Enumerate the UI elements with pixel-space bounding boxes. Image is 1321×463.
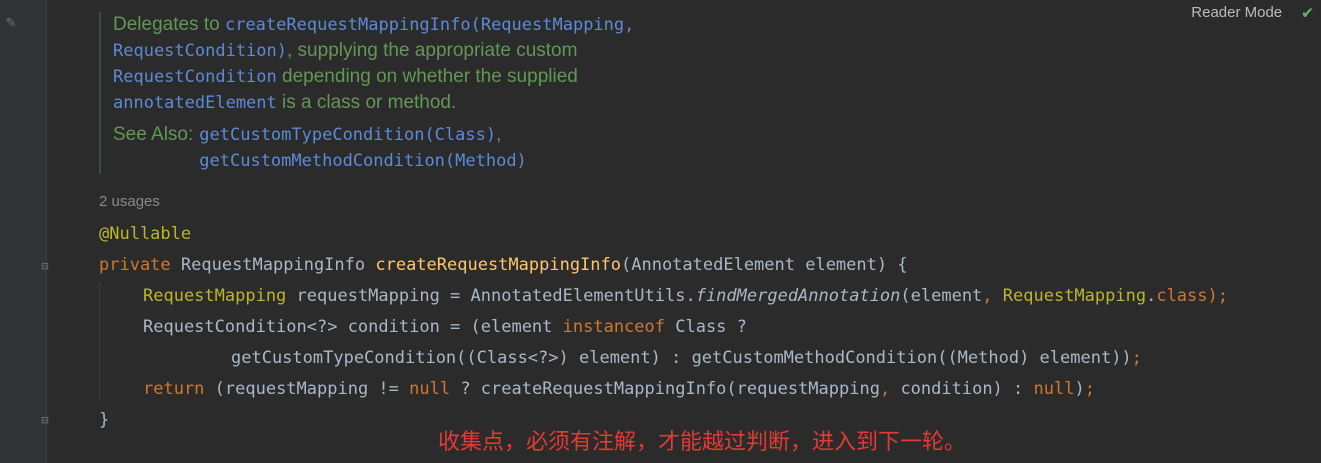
- code-line-annotation: @Nullable: [99, 219, 191, 250]
- doc-text: is a class or method.: [276, 92, 457, 113]
- indent-guide: [99, 282, 100, 400]
- reader-mode-button[interactable]: Reader Mode: [1191, 4, 1282, 21]
- javadoc-block: Delegates to createRequestMappingInfo(Re…: [99, 12, 733, 174]
- pencil-icon[interactable]: ✎: [6, 12, 16, 31]
- type-ref: RequestMapping: [992, 286, 1147, 306]
- keyword: class: [1156, 286, 1208, 306]
- keyword: null: [1033, 379, 1075, 399]
- comma: ,: [879, 379, 891, 399]
- doc-text: Delegates to: [113, 14, 225, 35]
- doc-text: depending on whether the supplied: [276, 66, 578, 87]
- keyword: return: [143, 379, 205, 399]
- keyword: private: [99, 255, 171, 275]
- semicolon: ;: [1084, 379, 1095, 399]
- code-text: ? createRequestMappingInfo(requestMappin…: [450, 379, 880, 399]
- code-text: .: [1146, 286, 1157, 306]
- code-text: Class ?: [665, 317, 747, 337]
- code-text: requestMapping = AnnotatedElementUtils.: [286, 286, 696, 306]
- annotation: @Nullable: [99, 224, 192, 244]
- code-text: (AnnotatedElement element) {: [621, 255, 908, 275]
- see-also-separator: ,: [496, 124, 502, 145]
- annotation-note: 收集点，必须有注解，才能越过判断，进入到下一轮。: [438, 430, 967, 455]
- keyword: instanceof: [562, 317, 665, 337]
- doc-code: annotatedElement: [113, 93, 277, 113]
- code-text: getCustomTypeCondition((Class<?>) elemen…: [231, 348, 1132, 368]
- doc-link[interactable]: createRequestMappingInfo(RequestMapping,: [225, 15, 634, 35]
- doc-text: , supplying the appropriate custom: [287, 40, 578, 61]
- fold-icon[interactable]: ⊟: [38, 259, 52, 273]
- code-text: ): [1074, 379, 1085, 399]
- see-also-section: See Also: getCustomTypeCondition(Class),…: [113, 122, 733, 174]
- code-line-ternary: getCustomTypeCondition((Class<?>) elemen…: [231, 343, 1142, 374]
- see-also-label: See Also:: [113, 124, 194, 145]
- semicolon: ;: [1131, 348, 1142, 368]
- keyword: null: [409, 379, 451, 399]
- method-call: findMergedAnnotation: [695, 286, 901, 306]
- checkmark-icon[interactable]: ✔: [1302, 2, 1313, 23]
- code-text: RequestCondition<?> condition = (element: [143, 317, 563, 337]
- see-also-link[interactable]: getCustomMethodCondition(Method): [199, 151, 527, 171]
- reader-mode-bar: Reader Mode ✔: [1191, 0, 1321, 24]
- see-also-link[interactable]: getCustomTypeCondition(Class): [199, 125, 496, 145]
- method-name[interactable]: createRequestMappingInfo: [375, 255, 621, 275]
- code-text: }: [99, 410, 110, 430]
- code-line-condition: RequestCondition<?> condition = (element…: [143, 312, 747, 343]
- code-line-request-mapping: RequestMapping requestMapping = Annotate…: [143, 281, 1228, 312]
- usages-hint[interactable]: 2 usages: [99, 193, 160, 210]
- editor-gutter: ✎ ⊟ ⊟: [0, 0, 49, 463]
- code-line-close-brace: }: [99, 405, 109, 436]
- code-text: (requestMapping !=: [204, 379, 410, 399]
- code-end: );: [1207, 286, 1228, 306]
- type-ref: RequestMapping: [143, 286, 287, 306]
- comma: ,: [982, 286, 993, 306]
- fold-icon[interactable]: ⊟: [38, 413, 52, 427]
- javadoc-description: Delegates to createRequestMappingInfo(Re…: [113, 12, 733, 116]
- doc-code: RequestCondition: [113, 67, 277, 87]
- doc-link[interactable]: RequestCondition): [113, 41, 287, 61]
- code-line-return: return (requestMapping != null ? createR…: [143, 374, 1095, 405]
- code-text: RequestMappingInfo: [170, 255, 376, 275]
- code-text: (element: [900, 286, 983, 306]
- code-line-signature: private RequestMappingInfo createRequest…: [99, 250, 908, 281]
- code-text: condition) :: [890, 379, 1034, 399]
